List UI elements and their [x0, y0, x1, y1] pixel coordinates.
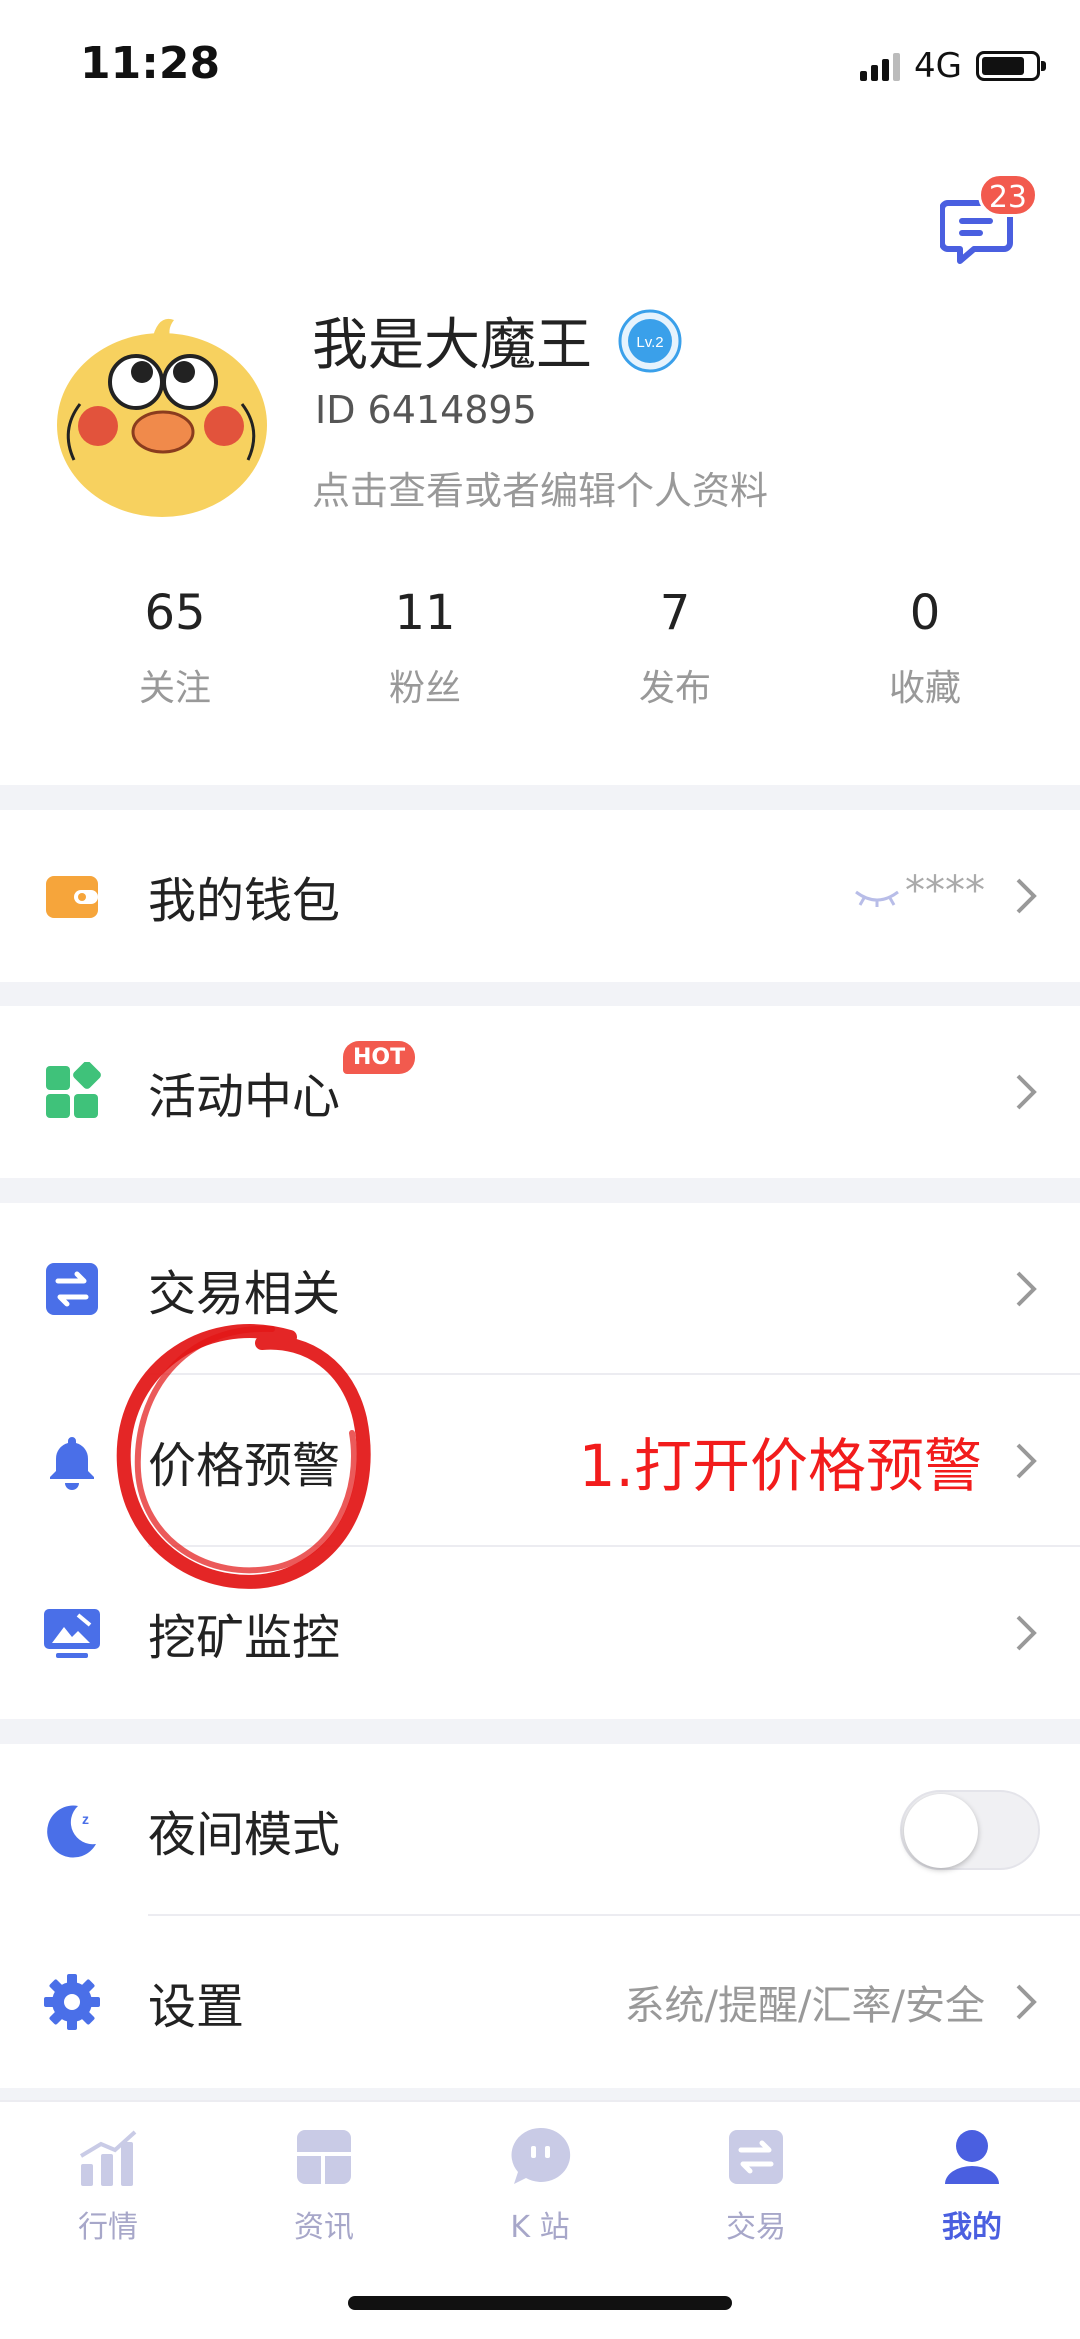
user-name[interactable]: 我是大魔王: [312, 300, 592, 381]
menu-item-activity[interactable]: 活动中心 HOT: [0, 1006, 1080, 1178]
menu-item-label: 价格预警: [148, 1438, 341, 1494]
menu-item-label: 交易相关: [148, 1266, 341, 1322]
message-count-badge: 23: [977, 173, 1038, 217]
chevron-right-icon: [1016, 1443, 1037, 1479]
tab-label: 我的: [942, 2210, 1002, 2245]
network-type: 4G: [914, 46, 962, 86]
user-id: ID 6414895: [315, 388, 537, 432]
status-bar: 11:28 4G: [0, 0, 1080, 130]
menu-item-wallet[interactable]: 我的钱包 ****: [0, 810, 1080, 982]
stat-value: 7: [659, 585, 691, 641]
tab-label: 资讯: [294, 2210, 354, 2245]
trade-icon: [729, 2130, 783, 2184]
profile-stats: 65 关注 11 粉丝 7 发布 0 收藏: [0, 585, 1080, 711]
edit-profile-hint[interactable]: 点击查看或者编辑个人资料: [312, 460, 768, 515]
menu-item-night-mode: z 夜间模式: [0, 1744, 1080, 1916]
tab-label: 交易: [726, 2210, 786, 2245]
menu-item-mining[interactable]: 挖矿监控: [0, 1547, 1080, 1719]
menu-item-label: 活动中心: [148, 1069, 341, 1125]
settings-card: z 夜间模式 设置 系统/提醒/汇率/安全: [0, 1744, 1080, 2088]
status-time: 11:28: [80, 38, 221, 89]
home-indicator: [348, 2296, 732, 2310]
messages-button[interactable]: 23: [939, 173, 1038, 275]
signal-icon: [860, 51, 901, 81]
annotation-text: 1.打开价格预警: [578, 1432, 982, 1500]
menu-item-settings[interactable]: 设置 系统/提醒/汇率/安全: [0, 1916, 1080, 2088]
trade-tools-card: 交易相关 价格预警 1.打开价格预警 挖矿监控: [0, 1203, 1080, 1719]
apps-icon: [46, 1062, 101, 1118]
chevron-right-icon: [1016, 1074, 1037, 1110]
news-icon: [297, 2130, 351, 2184]
battery-icon: [976, 51, 1046, 81]
chevron-right-icon: [1016, 1271, 1037, 1307]
settings-subtitle: 系统/提醒/汇率/安全: [624, 1983, 985, 2029]
activity-card: 活动中心 HOT: [0, 1006, 1080, 1178]
wallet-card: 我的钱包 ****: [0, 810, 1080, 982]
moon-icon: z: [47, 1805, 96, 1858]
chart-icon: [79, 2130, 137, 2186]
tab-label: K 站: [510, 2210, 570, 2245]
level-badge-icon: Lv.2: [617, 308, 683, 374]
menu-item-label: 挖矿监控: [148, 1610, 341, 1666]
wallet-masked-balance: ****: [905, 868, 985, 914]
exchange-icon: [46, 1263, 98, 1315]
tab-market[interactable]: 行情: [0, 2124, 216, 2246]
duck-avatar-image: [57, 318, 267, 517]
stat-label: 发布: [638, 668, 711, 709]
menu-item-trade[interactable]: 交易相关: [0, 1203, 1080, 1375]
community-icon: [511, 2127, 571, 2184]
night-mode-toggle[interactable]: [900, 1790, 1040, 1870]
stat-label: 收藏: [888, 668, 961, 709]
wallet-icon: [46, 876, 98, 918]
avatar[interactable]: [52, 300, 272, 520]
tab-me[interactable]: 我的: [864, 2124, 1080, 2246]
mining-monitor-icon: [44, 1609, 100, 1658]
stat-following[interactable]: 65 关注: [40, 585, 310, 711]
chevron-right-icon: [1016, 878, 1037, 914]
user-icon: [945, 2130, 999, 2184]
eye-closed-icon[interactable]: [852, 888, 902, 908]
gear-icon: [44, 1974, 100, 2030]
status-indicators: 4G: [860, 46, 1046, 86]
menu-item-price-alert[interactable]: 价格预警 1.打开价格预警: [0, 1375, 1080, 1547]
bell-icon: [50, 1437, 94, 1490]
tab-community[interactable]: K 站: [432, 2124, 648, 2246]
level-badge-text: Lv.2: [636, 334, 663, 351]
stat-posts[interactable]: 7 发布: [540, 585, 810, 711]
hot-badge: HOT: [343, 1041, 416, 1074]
tab-label: 行情: [78, 2210, 138, 2245]
stat-label: 关注: [138, 668, 211, 709]
menu-item-label: 设置: [148, 1979, 245, 2035]
toggle-knob: [904, 1794, 978, 1868]
svg-text:z: z: [82, 1811, 89, 1827]
tab-trade[interactable]: 交易: [648, 2124, 864, 2246]
menu-item-label: 我的钱包: [148, 873, 341, 929]
stat-favorites[interactable]: 0 收藏: [790, 585, 1060, 711]
stat-label: 粉丝: [388, 668, 461, 709]
stat-value: 11: [394, 585, 456, 641]
chevron-right-icon: [1016, 1984, 1037, 2020]
chevron-right-icon: [1016, 1615, 1037, 1651]
stat-value: 65: [144, 585, 206, 641]
profile-section: 23 我是大魔王 Lv.2 ID 6414895 点击查看或者编辑个人资料 65: [0, 130, 1080, 785]
tab-news[interactable]: 资讯: [216, 2124, 432, 2246]
stat-value: 0: [909, 585, 941, 641]
stat-followers[interactable]: 11 粉丝: [290, 585, 560, 711]
menu-item-label: 夜间模式: [148, 1807, 341, 1863]
